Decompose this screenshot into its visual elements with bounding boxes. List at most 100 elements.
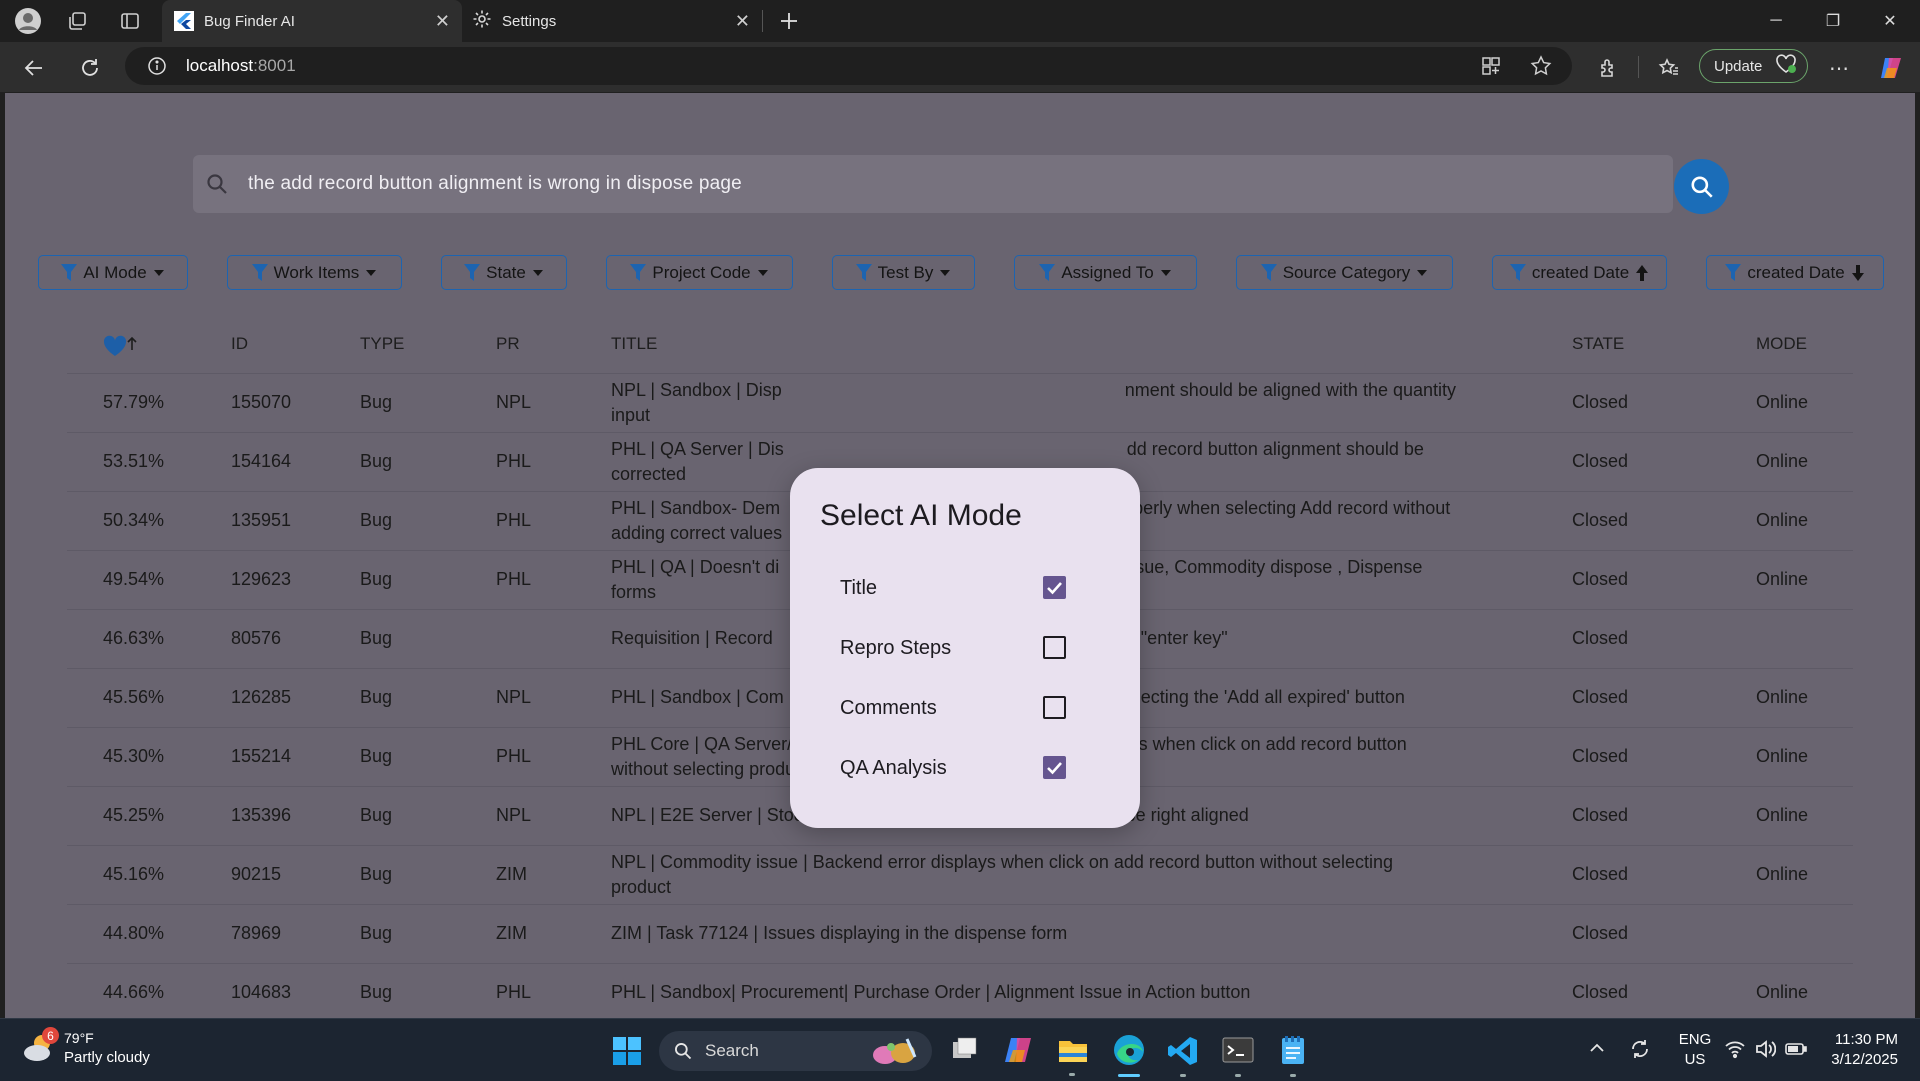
state-cell: Closed <box>1572 569 1629 589</box>
show-hidden-icons-icon[interactable] <box>1588 1039 1606 1062</box>
type-cell: Bug <box>360 569 393 589</box>
filter-assigned-to[interactable]: Assigned To <box>1014 255 1197 290</box>
clock-date: 3/12/2025 <box>1831 1051 1898 1068</box>
taskbar-search[interactable]: Search <box>659 1031 932 1071</box>
option-qa-analysis[interactable]: QA Analysis <box>840 748 1090 788</box>
mode-cell: Online <box>1756 510 1809 530</box>
tab-settings[interactable]: Settings ✕ <box>462 0 762 42</box>
column-header-pr[interactable]: PR <box>496 334 520 354</box>
minimize-icon[interactable]: ─ <box>1748 0 1804 42</box>
edge-browser-icon[interactable] <box>1112 1034 1146 1077</box>
option-repro-steps[interactable]: Repro Steps <box>840 628 1090 668</box>
close-window-icon[interactable]: ✕ <box>1862 0 1918 42</box>
search-icon <box>1690 175 1713 198</box>
browser-toolbar: localhost:8001 Update ⋯ <box>0 42 1920 92</box>
title-text-continued: nment should be aligned with the quantit… <box>1124 379 1457 400</box>
option-comments[interactable]: Comments <box>840 688 1090 728</box>
pr-cell: ZIM <box>496 864 527 884</box>
filter-created-date-asc[interactable]: created Date <box>1492 255 1667 290</box>
search-button[interactable] <box>1674 159 1729 214</box>
terminal-icon[interactable] <box>1222 1036 1254 1077</box>
filter-project-code[interactable]: Project Code <box>606 255 793 290</box>
score-cell: 49.54% <box>103 569 165 589</box>
table-row[interactable]: 57.79% 155070 Bug NPL NPL | Sandbox | Disp nm… <box>67 373 1853 433</box>
sync-icon[interactable] <box>1628 1037 1652 1066</box>
more-options-icon[interactable]: ⋯ <box>1825 54 1853 82</box>
column-header-mode[interactable]: MODE <box>1756 334 1807 354</box>
restore-icon[interactable]: ❐ <box>1805 0 1861 42</box>
extensions-icon[interactable] <box>1594 54 1622 82</box>
sort-ascending-icon <box>1636 264 1649 281</box>
favorite-star-icon[interactable] <box>1530 55 1552 82</box>
volume-icon[interactable] <box>1754 1038 1777 1065</box>
dropdown-caret-icon <box>940 269 951 276</box>
new-tab-icon[interactable] <box>775 7 803 35</box>
update-label: Update <box>1714 57 1763 75</box>
vscode-icon[interactable] <box>1167 1035 1199 1077</box>
update-button[interactable]: Update <box>1699 49 1808 83</box>
title-text-line2: corrected <box>611 463 687 484</box>
address-bar[interactable]: localhost:8001 <box>125 47 1572 85</box>
title-text-line2: adding correct values <box>611 522 783 543</box>
site-info-icon[interactable] <box>147 56 167 81</box>
option-title[interactable]: Title <box>840 568 1090 608</box>
filter-test-by[interactable]: Test By <box>832 255 975 290</box>
battery-icon[interactable] <box>1784 1038 1808 1065</box>
weather-desc: Partly cloudy <box>64 1049 150 1066</box>
filter-label: Source Category <box>1282 262 1411 282</box>
tab-bug-finder[interactable]: Bug Finder AI ✕ <box>162 0 462 42</box>
checkbox-checked[interactable] <box>1043 756 1066 779</box>
filter-ai-mode[interactable]: AI Mode <box>38 255 188 290</box>
back-icon[interactable] <box>20 54 48 82</box>
filter-created-date-desc[interactable]: created Date <box>1706 255 1884 290</box>
start-windows-icon[interactable] <box>612 1036 642 1071</box>
filter-source-category[interactable]: Source Category <box>1236 255 1453 290</box>
weather-widget[interactable]: 6 79°F Partly cloudy <box>22 1027 150 1070</box>
filter-funnel-icon <box>1260 263 1277 281</box>
profile-avatar-icon[interactable] <box>14 7 42 35</box>
gear-icon <box>472 9 492 33</box>
checkbox-unchecked[interactable] <box>1043 696 1066 719</box>
clock-time: 11:30 PM <box>1834 1031 1898 1048</box>
table-row[interactable]: 44.80% 78969 Bug ZIM ZIM | Task 77124 | Issu… <box>67 904 1853 964</box>
filter-work-items[interactable]: Work Items <box>227 255 402 290</box>
language-indicator[interactable]: ENG US <box>1675 1031 1715 1068</box>
copilot-taskbar-icon[interactable] <box>1003 1035 1035 1070</box>
column-header-id[interactable]: ID <box>231 334 248 354</box>
clock[interactable]: 11:30 PM 3/12/2025 <box>1820 1031 1898 1068</box>
notepad-icon[interactable] <box>1279 1034 1307 1077</box>
wifi-icon[interactable] <box>1724 1038 1746 1065</box>
column-header-title[interactable]: TITLE <box>611 334 657 354</box>
checkbox-unchecked[interactable] <box>1043 636 1066 659</box>
checkbox-checked[interactable] <box>1043 576 1066 599</box>
filter-label: Test By <box>877 262 934 282</box>
column-header-state[interactable]: STATE <box>1572 334 1624 354</box>
score-cell: 53.51% <box>103 451 165 471</box>
id-cell: 154164 <box>231 451 292 471</box>
workspaces-icon[interactable] <box>63 7 91 35</box>
table-row[interactable]: 45.16% 90215 Bug ZIM NPL | Commodity issue |… <box>67 845 1853 905</box>
vertical-tabs-icon[interactable] <box>116 7 144 35</box>
filter-state[interactable]: State <box>441 255 567 290</box>
dropdown-caret-icon <box>757 269 768 276</box>
heart-pulse-icon <box>1774 53 1798 79</box>
type-cell: Bug <box>360 687 393 707</box>
mode-cell: Online <box>1756 982 1809 1002</box>
copilot-icon[interactable] <box>1877 54 1905 82</box>
table-row[interactable]: 44.66% 104683 Bug PHL PHL | Sandbox| Procure… <box>67 963 1853 1018</box>
refresh-icon[interactable] <box>76 54 104 82</box>
pr-cell: PHL <box>496 982 532 1002</box>
score-cell: 45.16% <box>103 864 165 884</box>
sort-score-button[interactable] <box>103 334 137 363</box>
task-view-icon[interactable] <box>950 1035 980 1070</box>
close-tab-icon[interactable]: ✕ <box>735 11 750 32</box>
app-available-icon[interactable] <box>1481 56 1501 81</box>
pr-cell: PHL <box>496 746 532 766</box>
column-header-type[interactable]: TYPE <box>360 334 404 354</box>
close-tab-icon[interactable]: ✕ <box>435 11 450 32</box>
region-code: US <box>1684 1051 1706 1068</box>
file-explorer-icon[interactable] <box>1057 1035 1089 1076</box>
score-cell: 57.79% <box>103 392 165 412</box>
search-input[interactable]: the add record button alignment is wrong… <box>193 155 1673 213</box>
favorites-icon[interactable] <box>1655 54 1683 82</box>
